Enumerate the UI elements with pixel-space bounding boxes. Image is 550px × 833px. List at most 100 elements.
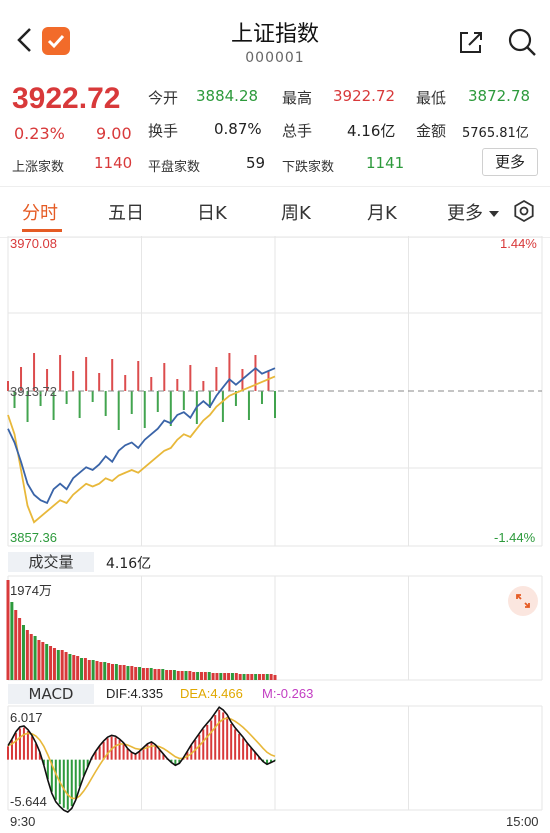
price-volume-bar: [85, 357, 88, 391]
volume-bar: [165, 670, 169, 680]
search-icon[interactable]: [506, 26, 538, 58]
volume-bar: [83, 658, 87, 680]
tab-weekly-k[interactable]: 周K: [281, 199, 311, 225]
chevron-down-icon: [489, 211, 499, 217]
macd-bar: [214, 715, 217, 760]
macd-bar: [134, 754, 137, 760]
volume-bar: [211, 673, 215, 680]
macd-dea: DEA:4.466: [180, 686, 243, 701]
volume-bar: [103, 662, 107, 680]
macd-bar: [106, 738, 109, 760]
volume-bar: [126, 666, 130, 680]
volume-bar: [91, 660, 95, 680]
volume-bar: [64, 652, 68, 680]
volume-bar: [223, 673, 227, 680]
settings-icon[interactable]: [512, 199, 536, 223]
volume-bar: [227, 673, 231, 680]
change-value: 9.00: [96, 124, 132, 143]
more-quote-button[interactable]: 更多: [482, 148, 538, 176]
volume-bar: [107, 663, 111, 680]
volume-label: 总手: [282, 122, 313, 140]
volume-bar: [45, 644, 49, 680]
price-top-label: 3970.08: [10, 236, 57, 251]
turnover-label: 换手: [148, 122, 179, 140]
macd-bar: [130, 752, 133, 760]
time-start-label: 9:30: [10, 814, 36, 829]
volume-bar: [10, 602, 14, 680]
tab-daily-k[interactable]: 日K: [197, 199, 227, 225]
price-volume-bar: [150, 377, 153, 391]
price-volume-bar: [182, 391, 185, 410]
macd-top-label: 6.017: [10, 710, 43, 725]
top-nav: 上证指数 000001: [0, 0, 550, 82]
macd-bar: [114, 737, 117, 760]
volume-bar: [207, 672, 211, 680]
volume-bar: [196, 672, 200, 680]
tab-monthly-k[interactable]: 月K: [367, 199, 397, 225]
intraday-chart[interactable]: [0, 236, 550, 833]
amount-value: 5765.81亿: [462, 126, 529, 141]
volume-bar: [161, 669, 165, 680]
macd-bar: [226, 716, 229, 760]
tab-five-day[interactable]: 五日: [108, 199, 144, 225]
macd-bar: [246, 743, 249, 760]
share-icon[interactable]: [456, 28, 486, 56]
chart-tabs: 分时 五日 日K 周K 月K 更多: [0, 186, 550, 238]
flat-count-label: 平盘家数: [148, 160, 201, 175]
macd-bar: [242, 738, 245, 760]
open-value: 3884.28: [196, 87, 259, 105]
volume-bar: [188, 671, 192, 680]
price-volume-bar: [7, 381, 9, 391]
volume-bar: [25, 630, 29, 680]
volume-bar: [33, 636, 37, 680]
macd-bar: [54, 759, 57, 800]
macd-bar: [30, 736, 33, 760]
high-value: 3922.72: [333, 87, 396, 105]
expand-icon[interactable]: [508, 586, 538, 616]
price-volume-bar: [143, 391, 146, 428]
volume-bar: [145, 668, 149, 680]
volume-bar: [122, 665, 126, 680]
macd-bar: [230, 723, 233, 760]
volume-tag[interactable]: 成交量: [8, 552, 94, 572]
price-volume-bar: [267, 371, 270, 391]
volume-bar: [250, 674, 254, 680]
low-value: 3872.78: [468, 87, 531, 105]
volume-bar: [234, 673, 238, 680]
price-bottom-label: 3857.36: [10, 530, 57, 545]
price-volume-bar: [91, 391, 94, 402]
price-volume-bar: [124, 375, 127, 391]
volume-bar: [95, 661, 99, 680]
volume-bar: [219, 673, 223, 680]
volume-bar: [72, 655, 76, 680]
volume-bar: [56, 650, 60, 680]
volume-bar: [76, 656, 80, 680]
price-volume-bar: [274, 391, 276, 418]
macd-bar: [98, 746, 101, 760]
volume-bar: [87, 660, 91, 680]
volume-bar: [21, 625, 25, 680]
macd-bar: [210, 720, 213, 760]
macd-dif: DIF:4.335: [106, 686, 164, 701]
tab-intraday[interactable]: 分时: [22, 199, 58, 225]
volume-bar: [153, 669, 157, 680]
volume-bar: [80, 658, 84, 680]
flat-count-value: 59: [246, 154, 266, 172]
volume-bar: [52, 648, 56, 680]
volume-bar: [60, 650, 64, 680]
macd-tag[interactable]: MACD: [8, 684, 94, 704]
active-tab-indicator: [22, 229, 62, 232]
macd-bar: [26, 731, 29, 760]
volume-bar: [68, 654, 72, 680]
price-volume-bar: [202, 381, 205, 391]
macd-bar: [66, 759, 69, 810]
low-label: 最低: [416, 89, 447, 107]
macd-bar: [74, 759, 77, 799]
volume-bar: [130, 666, 134, 680]
tab-more[interactable]: 更多: [447, 199, 483, 225]
volume-bar: [99, 662, 103, 680]
pct-bottom-label: -1.44%: [494, 530, 536, 545]
price-volume-bar: [169, 391, 172, 426]
up-count-label: 上涨家数: [12, 160, 65, 175]
volume-bar: [134, 667, 138, 680]
